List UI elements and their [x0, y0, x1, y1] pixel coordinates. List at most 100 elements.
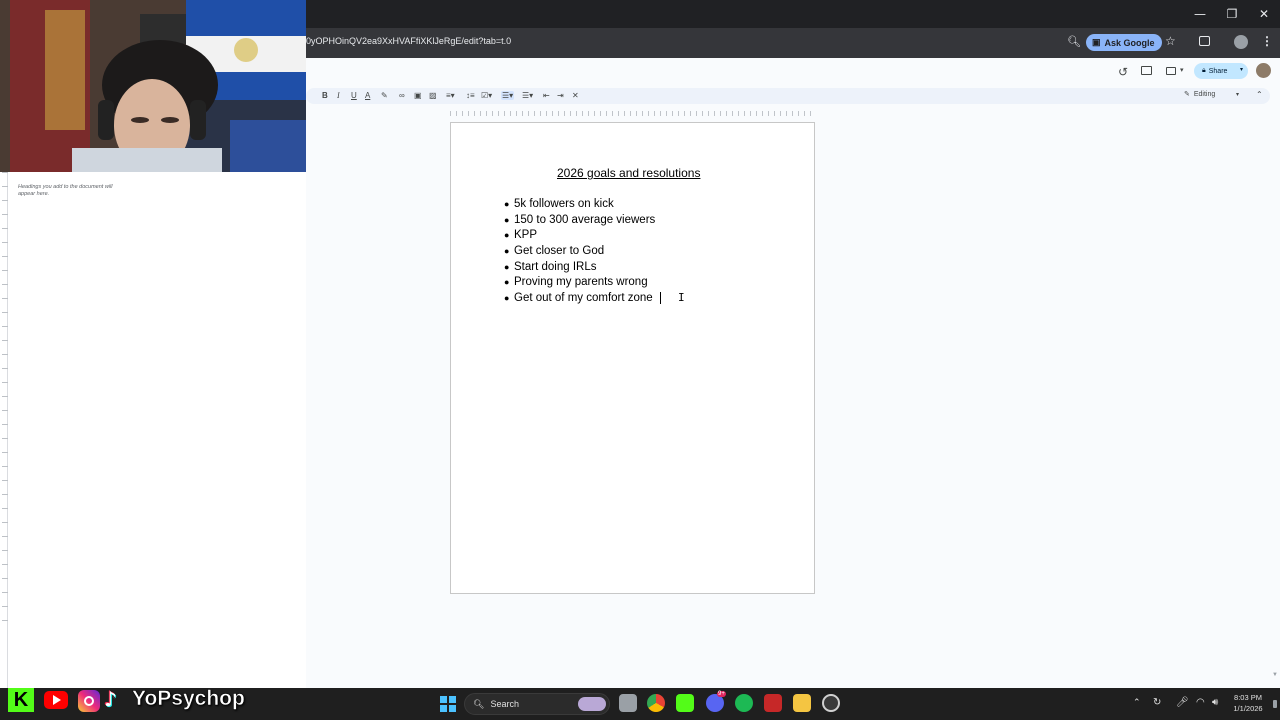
notification-badge: 9+	[717, 691, 726, 697]
chevron-down-icon[interactable]: ▾	[1240, 66, 1243, 73]
chevron-up-icon[interactable]: ⌃	[1256, 90, 1263, 99]
volume-icon[interactable]: 🔊︎	[1212, 697, 1218, 708]
chrome-icon[interactable]	[647, 694, 665, 712]
bullet-icon: ●	[504, 293, 510, 304]
goal-text: Start doing IRLs	[514, 260, 597, 273]
goal-text: Get out of my comfort zone	[514, 292, 653, 305]
file-explorer-icon[interactable]	[619, 694, 637, 712]
channel-name: YoPsychop	[132, 687, 245, 711]
goal-text: Proving my parents wrong	[514, 276, 648, 289]
ask-google-button[interactable]: ▣ Ask Google	[1086, 34, 1162, 51]
sync-icon[interactable]: ↻	[1153, 697, 1161, 708]
chevron-down-icon[interactable]: ▾	[1236, 91, 1239, 98]
search-highlight-icon	[578, 697, 606, 711]
bold-icon[interactable]: B	[322, 91, 328, 100]
obs-icon[interactable]	[822, 694, 840, 712]
goal-text: 150 to 300 average viewers	[514, 213, 656, 226]
goal-text: KPP	[514, 229, 538, 242]
search-label: Search	[490, 699, 519, 709]
editing-mode-selector[interactable]: ✎ Editing	[1184, 90, 1216, 99]
underline-icon[interactable]: U	[351, 91, 357, 100]
kick-app-icon[interactable]	[676, 694, 694, 712]
ask-google-label: Ask Google	[1104, 37, 1155, 48]
restore-button[interactable]: ❐	[1216, 0, 1248, 28]
bullet-icon: ●	[504, 277, 510, 288]
text-color-icon[interactable]: A	[365, 91, 370, 100]
instagram-logo-icon	[78, 690, 100, 712]
line-spacing-icon[interactable]: ↕≡	[466, 91, 475, 100]
chevron-down-icon[interactable]: ▾	[1180, 66, 1184, 74]
avatar[interactable]	[1256, 63, 1271, 78]
ibeam-cursor-icon: I	[678, 291, 685, 304]
text-cursor	[660, 292, 661, 304]
url-text[interactable]: 0yOPHOinQV2ea9XxHVAFfiXKlJeRgE/edit?tab=…	[306, 36, 511, 46]
list-item[interactable]: ● Proving my parents wrong	[504, 275, 655, 291]
microphone-icon[interactable]: 🎤︎	[1176, 697, 1189, 708]
spotify-icon[interactable]	[735, 694, 753, 712]
indent-increase-icon[interactable]: ⇥	[557, 91, 564, 100]
horizontal-ruler[interactable]	[450, 108, 814, 116]
scroll-down-icon[interactable]: ▼	[1272, 672, 1278, 678]
share-button[interactable]: 🔒︎ Share ▾	[1194, 63, 1248, 79]
link-icon[interactable]: ∞	[399, 91, 405, 100]
clock-date: 1/1/2026	[1233, 704, 1263, 713]
goal-text: Get closer to God	[514, 245, 605, 258]
document-page[interactable]	[450, 122, 815, 594]
system-clock[interactable]: 8:03 PM 1/1/2026	[1226, 692, 1270, 714]
editing-mode-label: Editing	[1193, 90, 1216, 98]
clear-formatting-icon[interactable]: ✕	[572, 91, 579, 100]
profile-icon[interactable]	[1234, 35, 1248, 49]
side-panel-icon[interactable]	[1199, 36, 1210, 46]
google-lens-icon: ▣	[1092, 37, 1101, 47]
bullet-icon: ●	[504, 246, 510, 257]
vertical-ruler[interactable]	[2, 172, 8, 632]
list-item[interactable]: ● Get closer to God	[504, 244, 655, 260]
bullet-icon: ●	[504, 199, 510, 209]
webcam-feed	[0, 0, 306, 172]
windows-start-icon[interactable]	[440, 696, 456, 712]
youtube-logo-icon	[44, 691, 68, 709]
list-item[interactable]: ● 150 to 300 average viewers	[504, 213, 655, 229]
version-history-icon[interactable]: ↺	[1118, 65, 1128, 79]
goal-text: 5k followers on kick	[514, 198, 614, 210]
bullet-icon: ●	[504, 214, 510, 225]
highlight-icon[interactable]: ✎	[381, 91, 388, 100]
notification-icon[interactable]	[1273, 700, 1277, 708]
minimize-button[interactable]: —	[1184, 0, 1216, 28]
clock-time: 8:03 PM	[1234, 693, 1262, 702]
bulleted-list-icon[interactable]: ☰▾	[501, 91, 515, 100]
pencil-icon: ✎	[1184, 91, 1190, 98]
numbered-list-icon[interactable]: ☰▾	[522, 91, 533, 100]
bullet-icon: ●	[504, 261, 510, 272]
document-heading[interactable]: 2026 goals and resolutions	[557, 166, 700, 180]
list-item[interactable]: ● Get out of my comfort zone	[504, 291, 655, 307]
comment-add-icon[interactable]: ▣	[414, 91, 422, 100]
lock-icon: 🔒︎	[1202, 67, 1206, 74]
italic-icon[interactable]: I	[337, 91, 340, 100]
goals-list[interactable]: ● 5k followers on kick ● 150 to 300 averag…	[504, 197, 655, 307]
indent-decrease-icon[interactable]: ⇤	[543, 91, 550, 100]
search-icon: 🔍︎	[473, 698, 485, 709]
list-item[interactable]: ● Start doing IRLs	[504, 260, 655, 276]
list-item[interactable]: ● KPP	[504, 228, 655, 244]
image-icon[interactable]: ▨	[429, 91, 437, 100]
kick-logo-icon: K	[8, 688, 34, 712]
bookmark-star-icon[interactable]: ☆	[1165, 34, 1176, 48]
meet-icon[interactable]	[1166, 67, 1176, 75]
chevron-up-icon[interactable]: ⌃	[1133, 697, 1141, 708]
close-window-button[interactable]: ✕	[1248, 0, 1280, 28]
zoom-icon[interactable]: 🔍︎	[1067, 35, 1081, 48]
wifi-icon[interactable]: ◠	[1196, 697, 1205, 708]
align-icon[interactable]: ≡▾	[446, 91, 455, 100]
ruler-ticks	[450, 111, 814, 116]
window-controls: — ❐ ✕	[1184, 0, 1280, 28]
streaming-app-icon[interactable]	[764, 694, 782, 712]
bullet-icon: ●	[504, 230, 510, 241]
comments-icon[interactable]	[1141, 66, 1152, 75]
tiktok-logo-icon: ♪	[104, 687, 117, 711]
browser-menu-icon[interactable]: ⋮	[1261, 34, 1273, 48]
checklist-icon[interactable]: ☑▾	[481, 91, 492, 100]
folder-icon[interactable]	[793, 694, 811, 712]
outline-hint: Headings you add to the document will ap…	[18, 184, 113, 198]
list-item[interactable]: ● 5k followers on kick	[504, 197, 655, 213]
